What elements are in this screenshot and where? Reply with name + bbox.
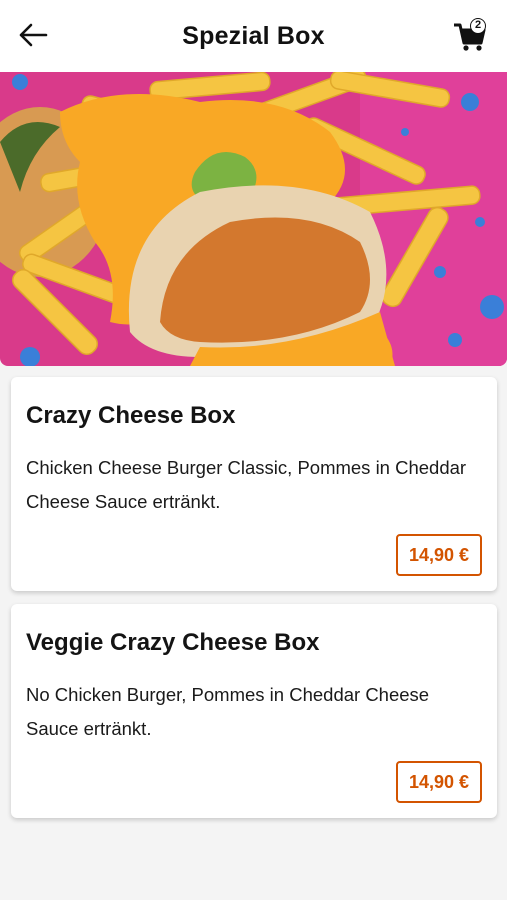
product-name: Veggie Crazy Cheese Box [26, 629, 320, 656]
page-title: Spezial Box [182, 21, 325, 50]
arrow-left-icon [19, 23, 48, 47]
hero-image [0, 72, 507, 366]
product-name: Crazy Cheese Box [26, 402, 236, 429]
price-button[interactable]: 14,90 € [396, 761, 482, 803]
product-description: No Chicken Burger, Pommes in Cheddar Che… [26, 684, 430, 739]
product-description: Chicken Cheese Burger Classic, Pommes in… [26, 457, 467, 512]
cart-button[interactable]: 2 [452, 16, 492, 56]
product-card[interactable]: Crazy Cheese Box Chicken Cheese Burger C… [11, 377, 497, 591]
price-button[interactable]: 14,90 € [396, 534, 482, 576]
cart-count-badge: 2 [470, 18, 486, 34]
back-button[interactable] [16, 20, 50, 50]
food-illustration [0, 72, 507, 366]
product-card[interactable]: Veggie Crazy Cheese Box No Chicken Burge… [11, 604, 497, 818]
app-header: Spezial Box 2 [0, 0, 507, 72]
